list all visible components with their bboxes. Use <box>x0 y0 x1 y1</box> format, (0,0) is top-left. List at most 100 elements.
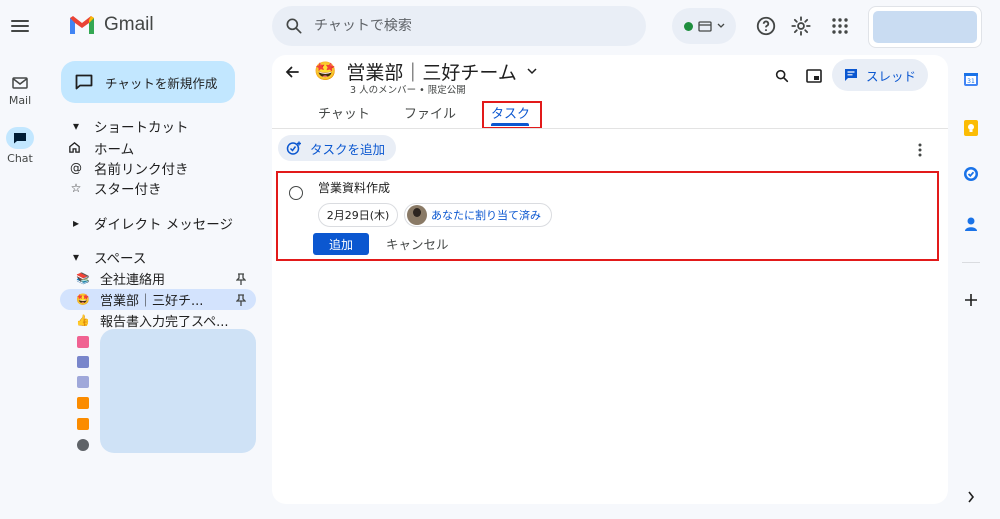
space-item[interactable]: 👍 報告書入力完了スペ... <box>60 310 256 331</box>
sidebar-item-starred[interactable]: ☆ スター付き <box>68 177 258 198</box>
add-task-label: タスクを追加 <box>310 141 386 157</box>
sidebar-item-home[interactable]: ホーム <box>68 137 258 158</box>
threads-button[interactable]: スレッド <box>832 59 928 91</box>
sidebar-item-label: ホーム <box>94 141 135 158</box>
sidebar-item-mentions[interactable]: @ 名前リンク付き <box>68 157 258 178</box>
status-selector[interactable] <box>672 8 736 44</box>
space-avatar-icon[interactable] <box>77 336 89 348</box>
settings-button[interactable] <box>789 14 813 38</box>
add-task-icon <box>286 141 301 155</box>
caret-down-icon: ▾ <box>72 118 80 133</box>
help-button[interactable] <box>754 14 778 38</box>
books-emoji-icon: 📚 <box>76 272 90 285</box>
rail-chat[interactable]: Chat <box>0 127 40 165</box>
sidebar-item-label: スター付き <box>94 181 162 198</box>
caret-down-icon: ▾ <box>72 249 80 264</box>
assignee-chip[interactable]: あなたに割り当て済み <box>404 203 552 227</box>
task-title-input[interactable] <box>318 180 718 194</box>
tab-files[interactable]: ファイル <box>404 103 456 122</box>
back-button[interactable] <box>284 64 300 80</box>
room-subtitle: 3 人のメンバー • 限定公開 <box>350 85 466 96</box>
space-avatar-icon[interactable] <box>77 439 89 451</box>
direct-messages-label: ダイレクト メッセージ <box>94 216 234 233</box>
date-chip[interactable]: 2月29日(木) <box>318 203 398 227</box>
rail-chat-label: Chat <box>7 152 33 165</box>
highlight-box-tab <box>482 101 542 129</box>
space-avatar-icon[interactable] <box>77 376 89 388</box>
tabs-divider <box>272 128 948 129</box>
app-name: Gmail <box>104 14 154 35</box>
keep-icon <box>964 120 978 136</box>
pin-icon[interactable] <box>236 272 246 285</box>
keep-addon-button[interactable] <box>960 117 982 139</box>
gmail-logo[interactable]: Gmail <box>68 14 154 36</box>
gear-icon <box>791 16 811 36</box>
room-search-button[interactable] <box>770 64 794 88</box>
star-icon: ☆ <box>70 180 82 195</box>
task-add-button[interactable]: 追加 <box>313 233 369 255</box>
shortcuts-label: ショートカット <box>94 119 189 136</box>
task-cancel-button[interactable]: キャンセル <box>386 234 449 253</box>
search-input[interactable] <box>314 18 614 34</box>
chat-icon <box>6 127 34 149</box>
spaces-label: スペース <box>94 250 147 267</box>
space-label: 全社連絡用 <box>100 273 166 288</box>
apps-button[interactable] <box>828 14 852 38</box>
account-button[interactable] <box>868 6 982 48</box>
pin-icon[interactable] <box>236 293 246 306</box>
mail-icon <box>12 77 28 89</box>
space-item[interactable]: 📚 全社連絡用 <box>60 268 256 289</box>
popout-button[interactable] <box>802 64 826 88</box>
search-bar[interactable] <box>272 6 646 46</box>
room-title[interactable]: 営業部｜三好チーム <box>346 58 516 85</box>
direct-messages-header[interactable]: ▸ ダイレクト メッセージ <box>68 212 258 233</box>
gmail-m-icon <box>70 16 94 34</box>
space-avatar-icon[interactable] <box>77 418 89 430</box>
sidebar-item-label: 名前リンク付き <box>94 161 189 178</box>
get-addons-button[interactable] <box>960 289 982 311</box>
redacted-spaces <box>100 329 256 453</box>
rail-mail-label: Mail <box>8 94 32 107</box>
assignee-chip-label: あなたに割り当て済み <box>431 209 541 222</box>
chevron-down-icon[interactable] <box>527 68 537 75</box>
picture-in-picture-icon <box>806 69 822 83</box>
room-emoji-icon: 🤩 <box>314 61 337 82</box>
calendar-addon-button[interactable]: 31 <box>960 68 982 90</box>
space-item-active[interactable]: 🤩 営業部｜三好チ... <box>60 289 256 310</box>
more-options-button[interactable] <box>908 138 932 162</box>
new-chat-button[interactable]: チャットを新規作成 <box>61 61 235 103</box>
thumbs-up-emoji-icon: 👍 <box>76 314 90 327</box>
space-avatar-icon[interactable] <box>77 397 89 409</box>
tasks-addon-button[interactable] <box>960 163 982 185</box>
chevron-down-icon <box>717 23 724 28</box>
new-chat-icon <box>75 74 93 90</box>
spaces-header[interactable]: ▾ スペース <box>68 246 258 267</box>
rail-mail[interactable]: Mail <box>0 76 40 107</box>
date-chip-label: 2月29日(木) <box>326 209 390 222</box>
tasks-icon <box>964 167 978 181</box>
new-chat-label: チャットを新規作成 <box>105 75 218 91</box>
tab-chat[interactable]: チャット <box>318 103 370 122</box>
add-task-button[interactable]: タスクを追加 <box>278 135 396 161</box>
svg-text:31: 31 <box>967 78 975 85</box>
contacts-addon-button[interactable] <box>960 213 982 235</box>
search-icon[interactable] <box>284 16 304 36</box>
caret-right-icon: ▸ <box>72 215 80 230</box>
space-label: 報告書入力完了スペ... <box>100 315 229 330</box>
help-icon <box>756 16 776 36</box>
threads-label: スレッド <box>865 68 916 84</box>
space-label: 営業部｜三好チ... <box>100 294 204 309</box>
chevron-right-icon <box>968 491 975 503</box>
thread-icon <box>844 69 857 81</box>
calendar-status-icon <box>697 21 712 32</box>
hamburger-icon <box>11 20 29 32</box>
expand-side-panel-button[interactable] <box>960 486 982 508</box>
avatar <box>407 205 427 225</box>
arrow-left-icon <box>285 66 299 77</box>
main-menu-button[interactable] <box>8 14 32 38</box>
task-complete-checkbox[interactable] <box>289 186 303 200</box>
more-vert-icon <box>918 143 922 157</box>
star-struck-emoji-icon: 🤩 <box>76 293 90 306</box>
space-avatar-icon[interactable] <box>77 356 89 368</box>
shortcuts-header[interactable]: ▾ ショートカット <box>68 115 258 136</box>
